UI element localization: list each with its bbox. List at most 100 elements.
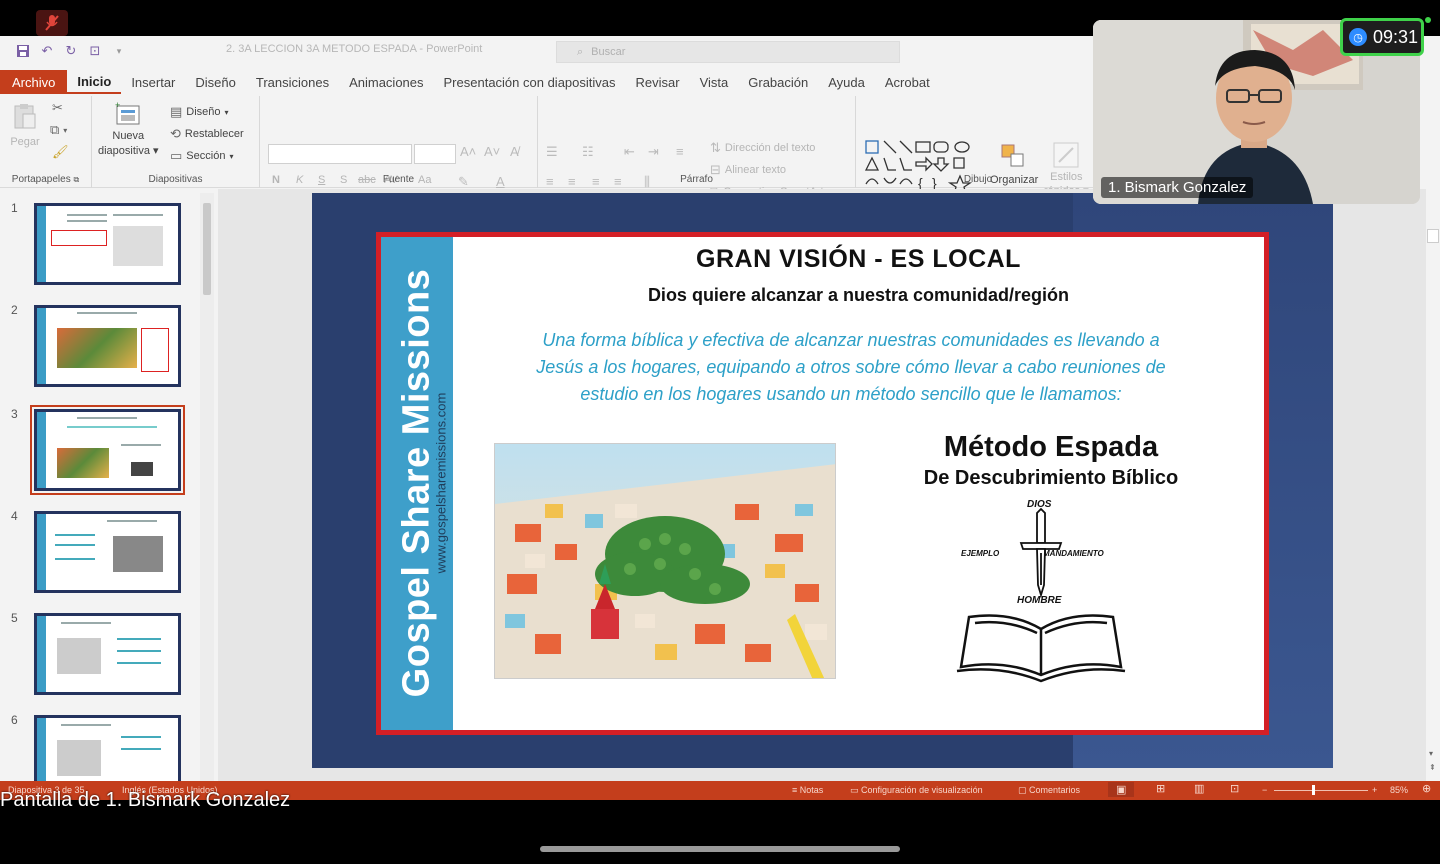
- clipboard-group: Pegar ✂ ⧉ ▾ 🖌 Portapapeles ⧉: [0, 96, 92, 188]
- tab-home[interactable]: Inicio: [67, 70, 122, 94]
- body-line-3: estudio en los hogares usando un método …: [580, 384, 1122, 404]
- increase-indent-icon[interactable]: ⇥: [648, 144, 659, 160]
- slide-editing-canvas[interactable]: Gospel Share Missions www.gospelsharemis…: [218, 189, 1440, 781]
- drawing-group: {} Organizar ▾ Estilos rápidos ▾ Dibujo: [856, 96, 1100, 197]
- thumbnail-number: 2: [11, 303, 18, 317]
- tab-acrobat[interactable]: Acrobat: [875, 70, 940, 94]
- thumbnail-slide-1[interactable]: 1: [0, 201, 200, 291]
- thumbnail-slide-5[interactable]: 5: [0, 611, 200, 701]
- open-book-icon: [956, 614, 1126, 683]
- scroll-down-icon[interactable]: ▾: [1429, 749, 1433, 758]
- font-group: A˄ A˅ A̸ N K S S abc AV Aa ✎ A Fuente: [260, 96, 538, 189]
- reset-button[interactable]: ⟲ Restablecer: [170, 126, 244, 142]
- slideshow-icon[interactable]: ⊡: [1230, 782, 1239, 795]
- layout-button[interactable]: ▤ Diseño ▾: [170, 104, 229, 120]
- bullets-icon[interactable]: ☰: [546, 144, 558, 160]
- zoom-in-icon[interactable]: +: [1372, 785, 1377, 795]
- scrollbar-thumb[interactable]: [203, 203, 211, 295]
- ribbon-tabs: Archivo Inicio Insertar Diseño Transicio…: [0, 70, 940, 94]
- zoom-slider[interactable]: [1274, 790, 1368, 791]
- canvas-scrollbar[interactable]: ▾ ⇞: [1426, 189, 1440, 781]
- search-icon: ⌕: [577, 45, 584, 58]
- slide-subtitle[interactable]: Dios quiere alcanzar a nuestra comunidad…: [453, 285, 1264, 306]
- slide-sorter-icon[interactable]: ⊞: [1156, 782, 1165, 795]
- undo-icon[interactable]: ↶: [38, 42, 56, 60]
- screen-share-label: Pantalla de 1. Bismark Gonzalez: [0, 789, 291, 811]
- zoom-slider-thumb[interactable]: [1312, 785, 1315, 795]
- quick-access-toolbar: ↶ ↻ ⊡ ▾: [0, 36, 128, 66]
- tab-insert[interactable]: Insertar: [121, 70, 185, 94]
- thumbnail-slide-3[interactable]: 3: [0, 405, 200, 497]
- brand-url: www.gospelsharemissions.com: [433, 392, 449, 574]
- copy-icon[interactable]: ⧉ ▾: [50, 122, 67, 138]
- notes-button[interactable]: ≡ Notas: [792, 785, 823, 795]
- redo-icon[interactable]: ↻: [62, 42, 80, 60]
- thumbnail-number: 1: [11, 201, 18, 215]
- thumbnail-slide-4[interactable]: 4: [0, 509, 200, 599]
- new-slide-label-2: diapositiva ▾: [98, 145, 159, 157]
- screen: ↶ ↻ ⊡ ▾ 2. 3A LECCION 3A METODO ESPADA -…: [0, 0, 1440, 864]
- slide-title[interactable]: GRAN VISIÓN - ES LOCAL: [453, 245, 1264, 274]
- clear-format-icon[interactable]: A̸: [510, 144, 519, 159]
- zoom-level[interactable]: 85%: [1390, 785, 1408, 795]
- method-title[interactable]: Método Espada: [851, 431, 1251, 464]
- sword-icon: [956, 507, 1126, 683]
- current-slide[interactable]: Gospel Share Missions www.gospelsharemis…: [312, 193, 1333, 768]
- decrease-indent-icon[interactable]: ⇤: [624, 144, 635, 160]
- thumbnail-slide-2[interactable]: 2: [0, 303, 200, 393]
- tab-design[interactable]: Diseño: [185, 70, 245, 94]
- font-name-combo[interactable]: [268, 144, 412, 164]
- body-line-1: Una forma bíblica y efectiva de alcanzar…: [542, 330, 1160, 350]
- format-painter-icon[interactable]: 🖌: [52, 144, 69, 160]
- new-slide-button[interactable]: + Nueva diapositiva ▾: [98, 100, 159, 157]
- prev-slide-icon[interactable]: ⇞: [1429, 763, 1436, 772]
- tab-recording[interactable]: Grabación: [738, 70, 818, 94]
- customize-qat-icon[interactable]: ▾: [110, 42, 128, 60]
- method-subtitle[interactable]: De Descubrimiento Bíblico: [851, 467, 1251, 490]
- grow-font-icon[interactable]: A˄: [460, 144, 476, 159]
- meeting-timer[interactable]: ◷ 09:31: [1340, 18, 1424, 56]
- paragraph-group: ☰ ☷ ⇤ ⇥ ≡ ≡ ≡ ≡ ≡ ⫼ ⇅ Dirección del texto…: [538, 96, 856, 199]
- cut-icon[interactable]: ✂: [52, 100, 63, 116]
- reading-view-icon[interactable]: ▥: [1194, 782, 1204, 795]
- muted-mic-icon[interactable]: [36, 10, 68, 36]
- sword-bible-diagram[interactable]: DIOS EJEMPLO MANDAMIENTO HOMBRE: [951, 499, 1131, 689]
- search-input[interactable]: ⌕ Buscar: [556, 41, 900, 63]
- display-settings-button[interactable]: ▭ Configuración de visualización: [850, 785, 983, 796]
- thumbnail-number: 6: [11, 713, 18, 727]
- fit-to-window-icon[interactable]: ⊕: [1422, 782, 1431, 795]
- tab-slideshow[interactable]: Presentación con diapositivas: [434, 70, 626, 94]
- tab-transitions[interactable]: Transiciones: [246, 70, 339, 94]
- tab-animations[interactable]: Animaciones: [339, 70, 433, 94]
- normal-view-icon[interactable]: ▣: [1108, 782, 1135, 797]
- shapes-gallery[interactable]: {}: [864, 138, 984, 194]
- body-line-2: Jesús a los hogares, equipando a otros s…: [536, 357, 1166, 377]
- thumbnail-image: [30, 405, 185, 495]
- thumbnail-image: [34, 715, 181, 781]
- present-icon[interactable]: ⊡: [86, 42, 104, 60]
- text-direction-button[interactable]: ⇅ Dirección del texto: [710, 140, 815, 156]
- paste-label: Pegar: [10, 136, 40, 148]
- save-icon[interactable]: [14, 42, 32, 60]
- brand-name: Gospel Share Missions: [395, 268, 438, 698]
- shrink-font-icon[interactable]: A˅: [484, 144, 500, 159]
- tab-file[interactable]: Archivo: [0, 70, 68, 94]
- zoom-out-icon[interactable]: −: [1262, 785, 1267, 795]
- tab-help[interactable]: Ayuda: [818, 70, 875, 94]
- thumbnail-scrollbar[interactable]: [200, 193, 214, 781]
- paste-button[interactable]: Pegar: [10, 102, 40, 148]
- home-indicator[interactable]: [540, 846, 900, 852]
- slide-body-text[interactable]: Una forma bíblica y efectiva de alcanzar…: [481, 327, 1221, 408]
- tab-review[interactable]: Revisar: [626, 70, 690, 94]
- slide-content-frame: Gospel Share Missions www.gospelsharemis…: [376, 232, 1269, 735]
- font-size-combo[interactable]: [414, 144, 456, 164]
- canvas-scroll-thumb[interactable]: [1427, 229, 1439, 243]
- thumbnail-slide-6[interactable]: 6: [0, 713, 200, 781]
- comments-button[interactable]: ▢ Comentarios: [1018, 785, 1080, 796]
- ribbon: Pegar ✂ ⧉ ▾ 🖌 Portapapeles ⧉ + Nueva diap…: [0, 96, 1100, 199]
- section-button[interactable]: ▭ Sección ▾: [170, 148, 233, 164]
- numbering-icon[interactable]: ☷: [582, 144, 594, 160]
- city-map-image[interactable]: [494, 443, 836, 679]
- tab-view[interactable]: Vista: [690, 70, 739, 94]
- line-spacing-icon[interactable]: ≡: [676, 144, 684, 159]
